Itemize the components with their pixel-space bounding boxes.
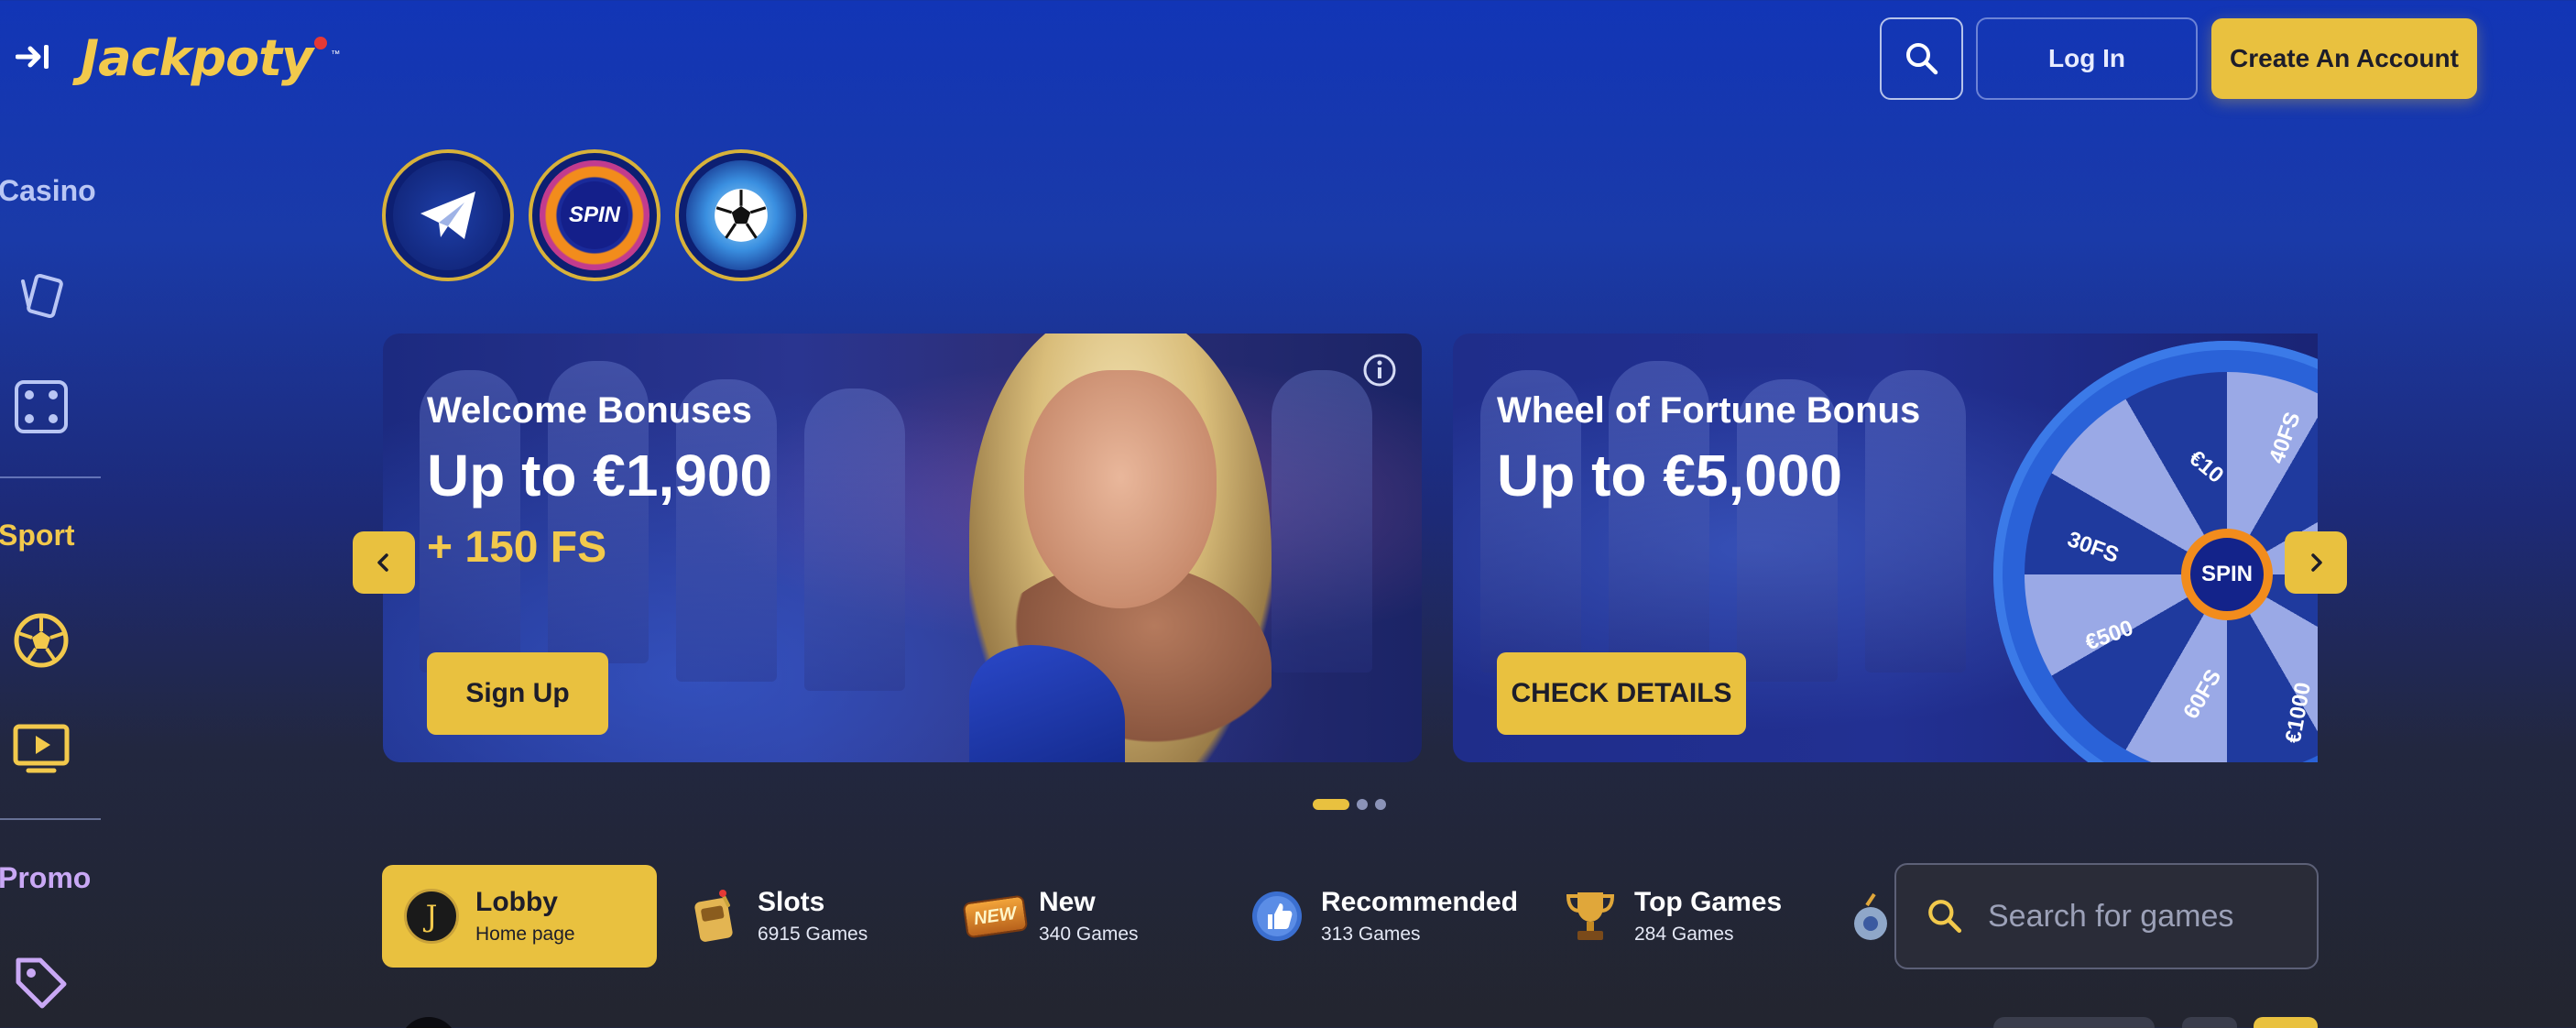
logo-text: Jackpoty xyxy=(81,28,313,87)
category-recommended[interactable]: Recommended 313 Games xyxy=(1228,865,1539,968)
sidebar-promo-label[interactable]: Promo xyxy=(0,861,91,895)
trophy-icon xyxy=(1561,887,1620,946)
sidebar-toggle-button[interactable] xyxy=(13,38,55,75)
category-title: Top Games xyxy=(1634,887,1783,917)
section-avatar xyxy=(399,1017,458,1028)
banner-title: Up to €1,900 xyxy=(427,443,773,509)
thumbs-up-icon xyxy=(1248,887,1306,946)
lobby-j-icon: J xyxy=(402,887,461,946)
create-account-button[interactable]: Create An Account xyxy=(2211,18,2477,99)
promo-model-image xyxy=(1024,370,1217,608)
category-lobby[interactable]: J Lobby Home page xyxy=(382,865,657,968)
info-icon[interactable] xyxy=(1361,352,1398,388)
game-search-box[interactable] xyxy=(1894,863,2319,969)
category-title: Slots xyxy=(758,887,825,917)
banner-subtitle: Wheel of Fortune Bonus xyxy=(1497,390,1921,431)
sidebar-item-dice[interactable] xyxy=(9,375,73,439)
sidebar-divider xyxy=(0,818,101,820)
story-spin[interactable]: SPIN xyxy=(529,149,660,281)
search-icon xyxy=(1928,900,1962,934)
carousel-next-button[interactable] xyxy=(2285,531,2347,594)
sidebar-expand-icon xyxy=(16,45,49,69)
story-football[interactable] xyxy=(675,149,807,281)
live-tv-icon xyxy=(13,724,70,773)
category-subtitle: 6915 Games xyxy=(758,924,868,945)
header-search-button[interactable] xyxy=(1880,17,1963,100)
section-control[interactable] xyxy=(1993,1017,2155,1028)
sign-up-button[interactable]: Sign Up xyxy=(427,652,608,735)
wheel-of-fortune-banner[interactable]: €10 40FS 30FS €500 60FS €1000 SPIN Wheel… xyxy=(1453,334,2318,762)
carousel-prev-button[interactable] xyxy=(353,531,415,594)
carousel-dot[interactable] xyxy=(1357,799,1368,810)
category-title: Lobby xyxy=(475,887,558,917)
logo-dot xyxy=(314,36,328,49)
category-more-partial[interactable] xyxy=(1847,887,1891,946)
logo-tm: ™ xyxy=(331,49,341,60)
sidebar-item-football[interactable] xyxy=(9,608,73,673)
soccer-ball-icon xyxy=(715,189,768,242)
welcome-bonus-banner[interactable]: Welcome Bonuses Up to €1,900 + 150 FS Si… xyxy=(383,334,1422,762)
logo[interactable]: Jackpoty ™ xyxy=(81,26,340,90)
category-slots[interactable]: Slots 6915 Games xyxy=(664,865,939,968)
banner-subtitle: Welcome Bonuses xyxy=(427,390,752,431)
football-icon xyxy=(14,613,69,668)
new-badge-text: NEW xyxy=(972,902,1018,929)
wheel-hub: SPIN xyxy=(2181,529,2273,620)
category-subtitle: 284 Games xyxy=(1634,924,1734,945)
login-button[interactable]: Log In xyxy=(1976,17,2198,100)
section-control[interactable] xyxy=(2254,1017,2318,1028)
category-title: New xyxy=(1039,887,1096,917)
category-subtitle: Home page xyxy=(475,924,575,945)
category-title: Recommended xyxy=(1321,887,1519,917)
category-subtitle: 313 Games xyxy=(1321,924,1421,945)
telegram-icon xyxy=(420,191,475,239)
sidebar-sport-label[interactable]: Sport xyxy=(0,519,75,552)
slot-machine-bg xyxy=(1272,370,1372,673)
category-top-games[interactable]: Top Games 284 Games xyxy=(1541,865,1816,968)
game-search-input[interactable] xyxy=(1988,898,2299,935)
cards-icon xyxy=(21,273,63,319)
tag-icon xyxy=(16,957,67,1009)
sidebar-item-live[interactable] xyxy=(9,716,73,781)
category-subtitle: 340 Games xyxy=(1039,924,1139,945)
banner-free-spins: + 150 FS xyxy=(427,523,607,572)
sidebar-item-cards[interactable] xyxy=(9,264,73,328)
sidebar-item-promo[interactable] xyxy=(9,951,73,1015)
spin-label: SPIN xyxy=(568,202,620,227)
chevron-left-icon xyxy=(377,553,388,572)
bomb-icon xyxy=(1854,892,1887,940)
slots-icon xyxy=(684,887,743,946)
new-badge-icon: NEW xyxy=(962,887,1028,946)
category-new[interactable]: NEW New 340 Games xyxy=(945,865,1220,968)
carousel-pagination xyxy=(1313,799,1386,810)
sidebar-divider xyxy=(0,476,101,478)
slot-machine-bg xyxy=(804,388,905,691)
search-icon xyxy=(1905,43,1937,75)
story-telegram[interactable] xyxy=(382,149,514,281)
chevron-right-icon xyxy=(2311,553,2322,572)
sidebar-casino-label[interactable]: Casino xyxy=(0,174,96,208)
section-control[interactable] xyxy=(2182,1017,2237,1028)
spin-icon: SPIN xyxy=(561,181,628,249)
carousel-dot[interactable] xyxy=(1375,799,1386,810)
dice-icon xyxy=(15,380,68,433)
banner-title: Up to €5,000 xyxy=(1497,443,1843,509)
check-details-button[interactable]: CHECK DETAILS xyxy=(1497,652,1746,735)
carousel-dot[interactable] xyxy=(1313,799,1349,810)
